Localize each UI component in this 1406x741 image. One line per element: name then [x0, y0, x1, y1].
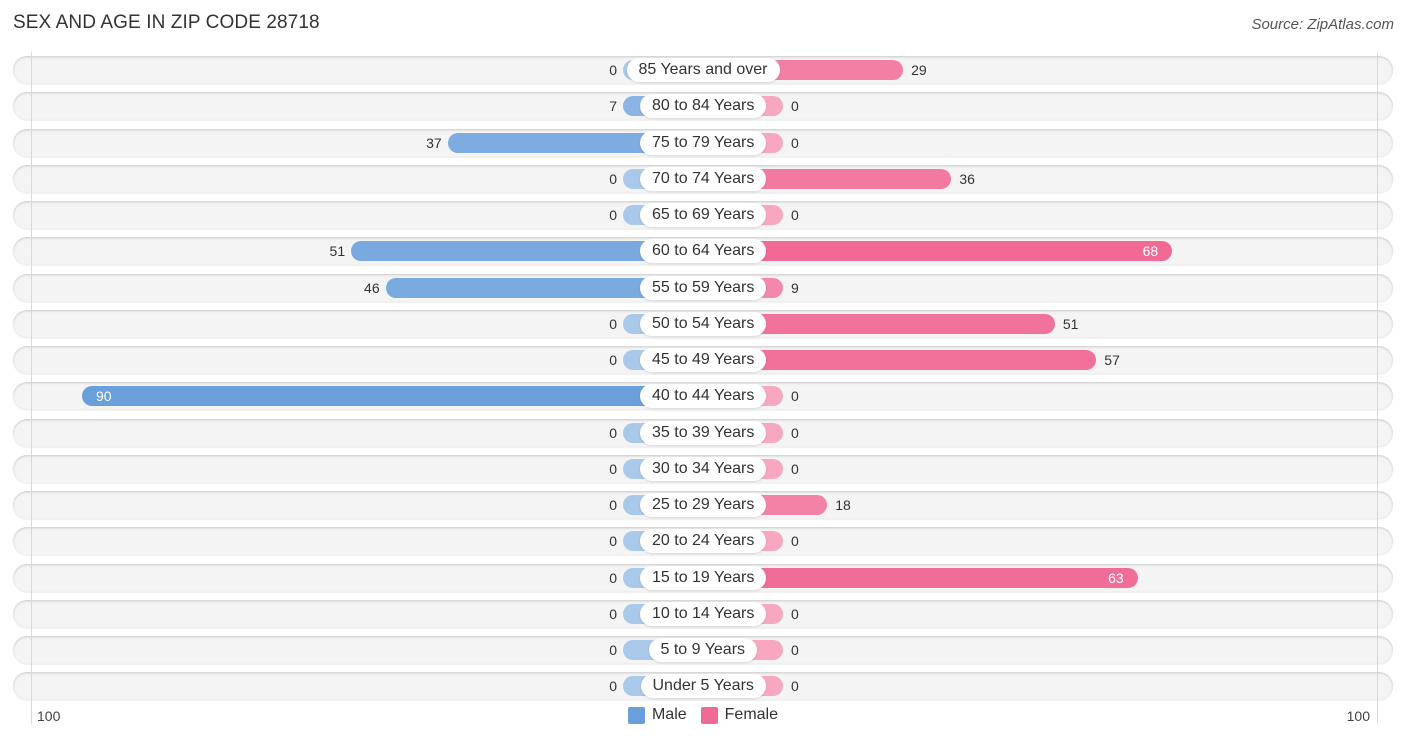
value-label-male: 0: [609, 207, 617, 223]
category-label: 10 to 14 Years: [640, 601, 767, 626]
source-credit: Source: ZipAtlas.com: [1251, 16, 1394, 33]
value-label-male: 0: [609, 170, 617, 187]
value-label-female: 68: [1142, 243, 1159, 260]
value-label-female: 0: [791, 134, 799, 151]
bar-female[interactable]: [703, 241, 1173, 262]
value-label-female: 51: [1062, 315, 1079, 332]
category-label: 85 Years and over: [626, 58, 780, 82]
value-label-male: 0: [609, 497, 617, 513]
value-label-female: 0: [791, 533, 799, 550]
left-axis-line: [31, 52, 32, 724]
category-label: 5 to 9 Years: [648, 638, 758, 662]
category-label: 45 to 49 Years: [640, 348, 767, 372]
right-axis-line: [1377, 52, 1378, 724]
legend-item-female[interactable]: Female: [700, 706, 779, 724]
value-label-female: 9: [791, 279, 799, 296]
category-label: 20 to 24 Years: [640, 529, 767, 554]
value-label-male: 51: [329, 243, 346, 260]
category-label: 80 to 84 Years: [640, 94, 767, 119]
value-label-female: 29: [911, 62, 927, 78]
category-label: 75 to 79 Years: [640, 130, 767, 155]
value-label-male: 0: [609, 460, 617, 477]
value-label-female: 0: [791, 642, 799, 658]
category-label: 50 to 54 Years: [640, 311, 767, 336]
value-label-male: 0: [609, 424, 617, 441]
category-label: 40 to 44 Years: [640, 384, 767, 409]
category-label: 60 to 64 Years: [640, 239, 767, 264]
bar-female[interactable]: [703, 567, 1138, 588]
category-label: 65 to 69 Years: [640, 203, 767, 227]
value-label-male: 0: [609, 352, 617, 368]
category-label: 30 to 34 Years: [640, 456, 767, 481]
value-label-female: 36: [959, 170, 975, 187]
value-label-male: 0: [609, 605, 617, 622]
value-label-male: 0: [609, 315, 617, 332]
category-label: 35 to 39 Years: [640, 420, 767, 445]
legend-swatch-male: [627, 706, 645, 724]
legend-label-female: Female: [724, 706, 779, 723]
chart-title: SEX AND AGE IN ZIP CODE 28718: [13, 12, 320, 33]
value-label-female: 0: [791, 678, 799, 695]
value-label-female: 63: [1108, 569, 1124, 586]
legend-swatch-female: [700, 706, 718, 724]
value-label-female: 0: [791, 207, 799, 223]
category-label: 25 to 29 Years: [640, 493, 767, 517]
value-label-female: 57: [1104, 352, 1120, 368]
legend: Male Female: [0, 706, 1406, 724]
value-label-male: 37: [426, 134, 442, 151]
value-label-male: 7: [609, 98, 617, 115]
legend-item-male[interactable]: Male: [627, 706, 687, 724]
value-label-female: 18: [835, 497, 851, 513]
value-label-female: 0: [791, 605, 799, 622]
category-label: 55 to 59 Years: [640, 275, 767, 300]
value-label-male: 0: [609, 642, 617, 658]
value-label-female: 0: [791, 98, 799, 115]
category-label: Under 5 Years: [640, 674, 766, 699]
bar-male[interactable]: [82, 386, 703, 407]
value-label-male: 0: [609, 62, 617, 78]
value-label-female: 0: [791, 388, 799, 405]
value-label-female: 0: [791, 460, 799, 477]
value-label-male: 0: [609, 569, 617, 586]
value-label-male: 0: [609, 533, 617, 550]
value-label-male: 90: [96, 388, 112, 405]
legend-label-male: Male: [651, 706, 687, 723]
category-label: 15 to 19 Years: [640, 565, 767, 590]
value-label-male: 0: [609, 678, 617, 695]
value-label-female: 0: [791, 424, 799, 441]
category-label: 70 to 74 Years: [640, 166, 767, 191]
value-label-male: 46: [364, 279, 380, 296]
